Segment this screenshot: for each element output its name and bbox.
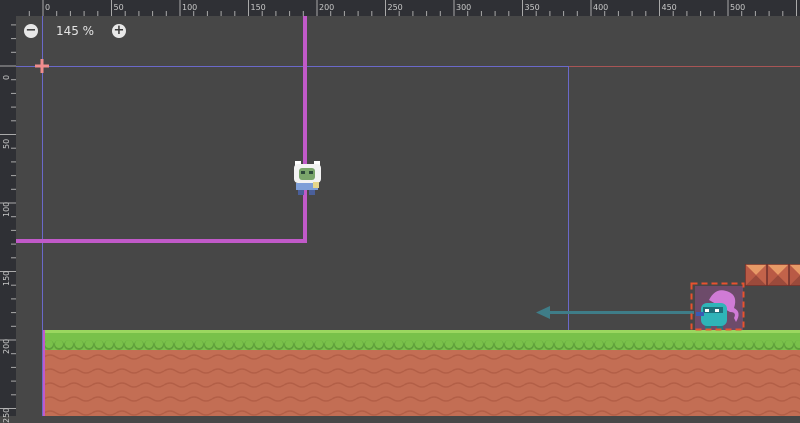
minus-circle-icon: − bbox=[25, 23, 37, 38]
scene-canvas[interactable] bbox=[16, 16, 800, 416]
player-sprite[interactable] bbox=[294, 161, 321, 195]
ruler-left-label: 250 bbox=[2, 407, 11, 423]
ruler-top-label: 350 bbox=[524, 3, 540, 12]
zoom-level-label[interactable]: 145 % bbox=[38, 24, 112, 38]
ruler-top-label: 100 bbox=[182, 3, 198, 12]
ruler-left-label: 150 bbox=[2, 270, 11, 286]
ruler-top-label: 150 bbox=[250, 3, 266, 12]
ruler-left-label: 50 bbox=[2, 138, 11, 149]
ruler-left-label: 200 bbox=[2, 338, 11, 354]
ruler-top-label: 50 bbox=[113, 3, 124, 12]
ruler-top-label: 200 bbox=[319, 3, 335, 12]
camera-limit-line[interactable] bbox=[16, 16, 307, 243]
ruler-top[interactable]: 0 50 100 150 200 250 300 350 400 450 500 bbox=[0, 0, 800, 16]
floating-blocks[interactable] bbox=[745, 264, 800, 286]
plus-circle-icon: + bbox=[113, 23, 125, 38]
zoom-out-button[interactable]: − bbox=[24, 24, 38, 38]
ruler-top-label: 400 bbox=[593, 3, 609, 12]
zoom-in-button[interactable]: + bbox=[112, 24, 126, 38]
ruler-corner bbox=[0, 0, 16, 16]
scene-viewport[interactable] bbox=[16, 16, 800, 416]
ground-grass[interactable] bbox=[44, 330, 800, 350]
enemy-sprite[interactable] bbox=[690, 282, 745, 331]
origin-cross-icon[interactable] bbox=[35, 59, 49, 73]
ground-dirt[interactable] bbox=[44, 350, 800, 416]
ruler-top-label: 0 bbox=[45, 3, 51, 12]
ruler-left[interactable]: 0 50 100 150 200 250 bbox=[0, 0, 16, 423]
ruler-top-label: 250 bbox=[387, 3, 403, 12]
zoom-controls: − 145 % + bbox=[24, 23, 126, 39]
ruler-top-label: 300 bbox=[456, 3, 472, 12]
ruler-left-label: 0 bbox=[2, 74, 11, 80]
ruler-top-label: 500 bbox=[730, 3, 746, 12]
ruler-top-label: 450 bbox=[661, 3, 677, 12]
ruler-left-label: 100 bbox=[2, 201, 11, 217]
arrow-left-icon bbox=[536, 306, 694, 319]
